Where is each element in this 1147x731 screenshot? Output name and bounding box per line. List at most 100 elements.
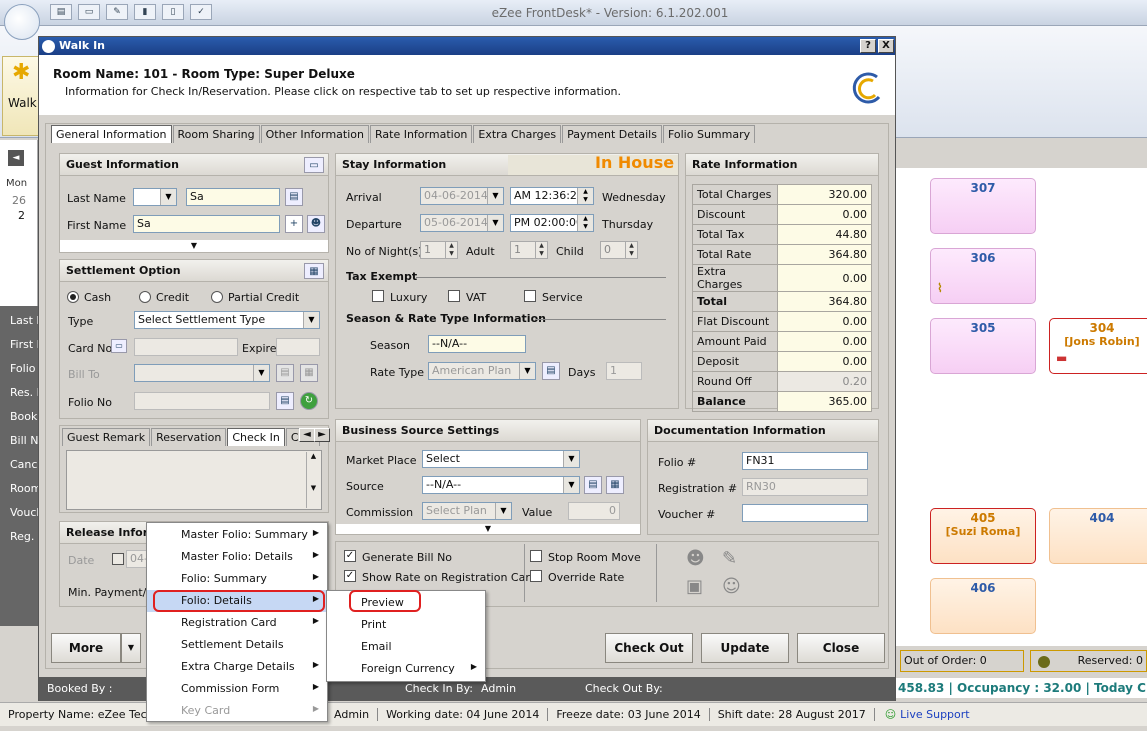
voucher-number-field[interactable]: [742, 504, 868, 522]
room-tile[interactable]: 307: [930, 178, 1036, 234]
service-checkbox[interactable]: [524, 290, 536, 302]
sidebar-item[interactable]: Bookin: [10, 410, 38, 423]
salutation-select[interactable]: ▼: [133, 188, 177, 206]
tab-scroll-left-icon[interactable]: ◄: [299, 428, 315, 442]
monitor-icon[interactable]: ▭: [78, 4, 100, 20]
arrival-time[interactable]: AM 12:36:29 ▲ ▼: [510, 187, 594, 205]
sidebar-item[interactable]: Res. N: [10, 386, 38, 399]
first-name-field[interactable]: Sa: [133, 215, 280, 233]
help-button[interactable]: ?: [860, 39, 876, 53]
rate-value[interactable]: 0.00: [777, 204, 872, 225]
tab-check-in[interactable]: Check In: [227, 428, 285, 446]
room-tile[interactable]: 306 ⌇: [930, 248, 1036, 304]
stop-room-move-checkbox[interactable]: [530, 550, 542, 562]
release-date-checkbox[interactable]: [112, 553, 124, 565]
calendar-prev-icon[interactable]: ◄: [8, 150, 24, 166]
rate-type-lookup-icon[interactable]: ▤: [542, 362, 560, 380]
menu-item-extra-charge-details[interactable]: Extra Charge Details ▶: [147, 656, 327, 678]
guest-bag-icon[interactable]: ▣: [686, 576, 703, 597]
menu-item-master-folio-summary[interactable]: Master Folio: Summary ▶: [147, 524, 327, 546]
room-tile[interactable]: 404: [1049, 508, 1147, 564]
room-tile[interactable]: 405 [Suzi Roma]: [930, 508, 1036, 564]
source-lookup-icon[interactable]: ▤: [584, 476, 602, 494]
tab-reservation[interactable]: Reservation: [151, 428, 227, 446]
check-in-remark-textarea[interactable]: [66, 450, 322, 510]
dialog-close-button[interactable]: X: [878, 39, 894, 53]
room-tile[interactable]: 406: [930, 578, 1036, 634]
tab-room-sharing[interactable]: Room Sharing: [172, 125, 260, 143]
more-button[interactable]: More: [51, 633, 121, 663]
id-card-icon[interactable]: ▭: [304, 157, 324, 173]
calendar-day[interactable]: 2: [18, 209, 25, 222]
refresh-icon[interactable]: ↻: [300, 392, 318, 410]
cash-radio[interactable]: [67, 291, 79, 303]
source-select[interactable]: --N/A-- ▼: [422, 476, 580, 494]
sidebar-item[interactable]: Vouch: [10, 506, 38, 519]
edit-guest-icon[interactable]: ✎: [722, 548, 737, 569]
check-out-button[interactable]: Check Out: [605, 633, 693, 663]
book-icon[interactable]: ▮: [134, 4, 156, 20]
folio-lookup-icon[interactable]: ▤: [276, 392, 294, 410]
tab-payment-details[interactable]: Payment Details: [562, 125, 662, 143]
document-icon[interactable]: ▯: [162, 4, 184, 20]
tab-rate-information[interactable]: Rate Information: [370, 125, 473, 143]
bill-to-select[interactable]: ▼: [134, 364, 270, 382]
eraser-icon[interactable]: ✎: [106, 4, 128, 20]
app-logo-icon[interactable]: [4, 4, 40, 40]
tab-general-information[interactable]: General Information: [51, 125, 172, 143]
menu-item-commission-form[interactable]: Commission Form ▶: [147, 678, 327, 700]
expire-field[interactable]: [276, 338, 320, 356]
vat-checkbox[interactable]: [448, 290, 460, 302]
card-no-field[interactable]: [134, 338, 238, 356]
guest-search-icon[interactable]: ☺: [722, 576, 741, 597]
database-icon[interactable]: ▤: [50, 4, 72, 20]
plus-icon[interactable]: +: [285, 215, 303, 233]
departure-time[interactable]: PM 02:00:00 ▲ ▼: [510, 214, 594, 232]
menu-item-email[interactable]: Email: [327, 636, 485, 658]
guest-profile-icon[interactable]: ☻: [307, 215, 325, 233]
sidebar-item[interactable]: Room: [10, 482, 38, 495]
tab-extra-charges[interactable]: Extra Charges: [473, 125, 562, 143]
nights-stepper[interactable]: 1 ▲ ▼: [420, 241, 458, 259]
rate-type-select[interactable]: American Plan ▼: [428, 362, 536, 380]
more-dropdown-icon[interactable]: ▼: [121, 633, 141, 663]
bill-to-lookup-icon[interactable]: ▤: [276, 364, 294, 382]
menu-item-foreign-currency[interactable]: Foreign Currency ▶: [327, 658, 485, 680]
sidebar-item[interactable]: Last N: [10, 314, 38, 327]
arrival-date[interactable]: 04-06-2014 ▼: [420, 187, 504, 205]
expand-arrow-icon[interactable]: ▼: [336, 524, 640, 534]
market-place-select[interactable]: Select ▼: [422, 450, 580, 468]
generate-bill-checkbox[interactable]: ✓: [344, 550, 356, 562]
menu-item-master-folio-details[interactable]: Master Folio: Details ▶: [147, 546, 327, 568]
commission-value-field[interactable]: 0: [568, 502, 620, 520]
calendar-day[interactable]: 26: [12, 194, 26, 207]
menu-item-settlement-details[interactable]: Settlement Details: [147, 634, 327, 656]
sidebar-item[interactable]: Cance: [10, 458, 38, 471]
bill-to-add-icon[interactable]: ▦: [300, 364, 318, 382]
season-field[interactable]: --N/A--: [428, 335, 526, 353]
card-icon[interactable]: ▭: [111, 339, 127, 353]
room-tile[interactable]: 305: [930, 318, 1036, 374]
settlement-icon[interactable]: ▦: [304, 263, 324, 279]
partial-credit-radio[interactable]: [211, 291, 223, 303]
guest-lookup-icon[interactable]: ▤: [285, 188, 303, 206]
luxury-checkbox[interactable]: [372, 290, 384, 302]
days-field[interactable]: 1: [606, 362, 642, 380]
menu-item-print[interactable]: Print: [327, 614, 485, 636]
folio-number-field[interactable]: FN31: [742, 452, 868, 470]
scrollbar[interactable]: ▲ ▼: [306, 452, 320, 508]
source-add-icon[interactable]: ▦: [606, 476, 624, 494]
adult-stepper[interactable]: 1 ▲ ▼: [510, 241, 548, 259]
commission-select[interactable]: Select Plan ▼: [422, 502, 512, 520]
override-rate-checkbox[interactable]: [530, 570, 542, 582]
sidebar-item[interactable]: Reg.: [10, 530, 38, 543]
folio-no-field[interactable]: [134, 392, 270, 410]
checkmark-icon[interactable]: ✓: [190, 4, 212, 20]
sidebar-item[interactable]: Bill No: [10, 434, 38, 447]
sidebar-item[interactable]: First N: [10, 338, 38, 351]
group-guests-icon[interactable]: ☻: [686, 548, 705, 569]
tab-folio-summary[interactable]: Folio Summary: [662, 125, 756, 143]
update-button[interactable]: Update: [701, 633, 789, 663]
tab-other-information[interactable]: Other Information: [260, 125, 369, 143]
expand-arrow-icon[interactable]: ▼: [60, 240, 328, 252]
